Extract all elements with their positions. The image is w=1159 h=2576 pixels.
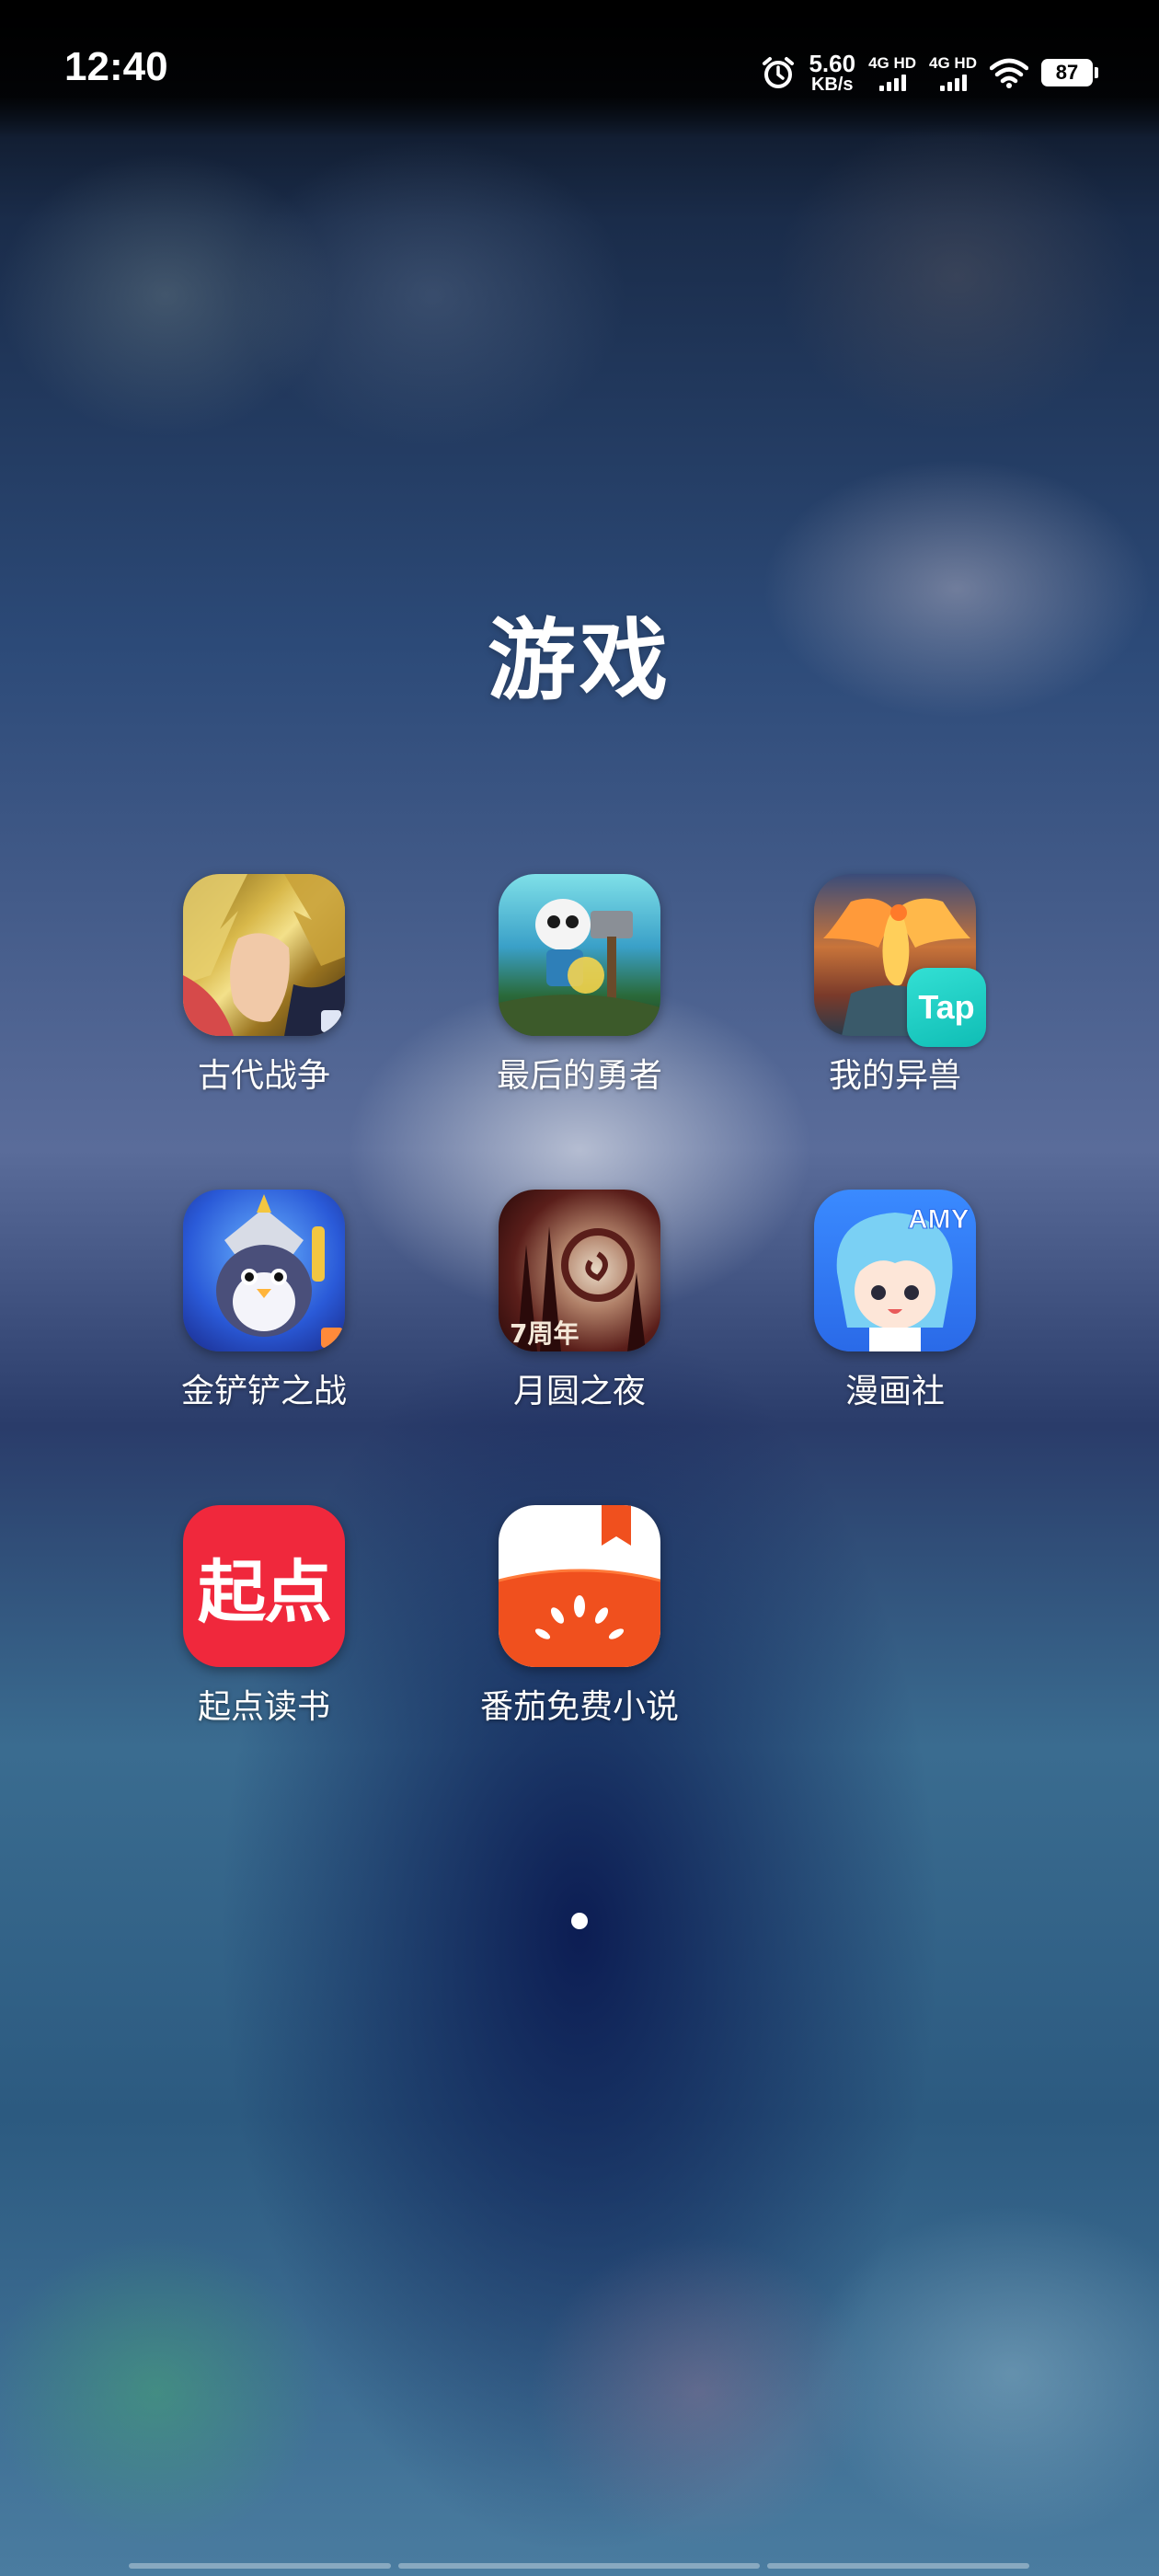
- ancient-war-artwork: [183, 874, 345, 1036]
- full-moon-night-artwork: 7周年: [510, 1226, 646, 1351]
- app-label: 番茄免费小说: [479, 1688, 679, 1726]
- last-hero-artwork: [499, 899, 660, 1036]
- page-indicator-dot: [571, 1913, 588, 1929]
- manga-club-app-icon[interactable]: AMY: [814, 1190, 976, 1351]
- app-full-moon-night[interactable]: 7周年 月圆之夜: [469, 1190, 690, 1420]
- home-bar: [398, 2563, 760, 2569]
- qidian-reading-app-icon[interactable]: 起点: [183, 1505, 345, 1667]
- tomato-novel-artwork: [499, 1505, 660, 1667]
- app-qidian-reading[interactable]: 起点 起点读书: [154, 1505, 374, 1735]
- app-label: 我的异兽: [828, 1057, 961, 1095]
- golden-spatula-artwork: [216, 1194, 343, 1348]
- app-label: 最后的勇者: [496, 1057, 662, 1095]
- app-label: 古代战争: [197, 1057, 330, 1095]
- app-label: 月圆之夜: [512, 1373, 646, 1410]
- amy-text: AMY: [908, 1204, 970, 1235]
- app-label: 金铲铲之战: [180, 1373, 347, 1410]
- app-label: 漫画社: [844, 1373, 945, 1410]
- folder-app-grid: 古代战争 最后的勇者 我的异兽 Tap 金铲铲之战 7周年 月圆之夜 AMY 漫…: [0, 0, 1159, 2576]
- anniversary-text: 7周年: [510, 1318, 579, 1349]
- qidian-logo-text: 起点: [198, 1552, 332, 1632]
- app-manga-club[interactable]: AMY 漫画社: [785, 1190, 1005, 1420]
- tap-badge-icon: Tap: [907, 968, 986, 1047]
- tomato-novel-app-icon[interactable]: [499, 1505, 660, 1667]
- app-tomato-novel[interactable]: 番茄免费小说: [469, 1505, 690, 1735]
- home-bar: [129, 2563, 391, 2569]
- home-bar: [767, 2563, 1029, 2569]
- app-ancient-war[interactable]: 古代战争: [154, 874, 374, 1104]
- app-last-hero[interactable]: 最后的勇者: [469, 874, 690, 1104]
- last-hero-app-icon[interactable]: [499, 874, 660, 1036]
- home-screen: 12:40 5.60 KB/s 4G HD 4G HD 87 游戏 古代战争 最…: [0, 0, 1159, 2576]
- app-golden-spatula[interactable]: 金铲铲之战: [154, 1190, 374, 1420]
- ancient-war-app-icon[interactable]: [183, 874, 345, 1036]
- app-label: 起点读书: [197, 1688, 330, 1726]
- manga-club-artwork: AMY: [836, 1204, 970, 1351]
- golden-spatula-app-icon[interactable]: [183, 1190, 345, 1351]
- full-moon-night-app-icon[interactable]: 7周年: [499, 1190, 660, 1351]
